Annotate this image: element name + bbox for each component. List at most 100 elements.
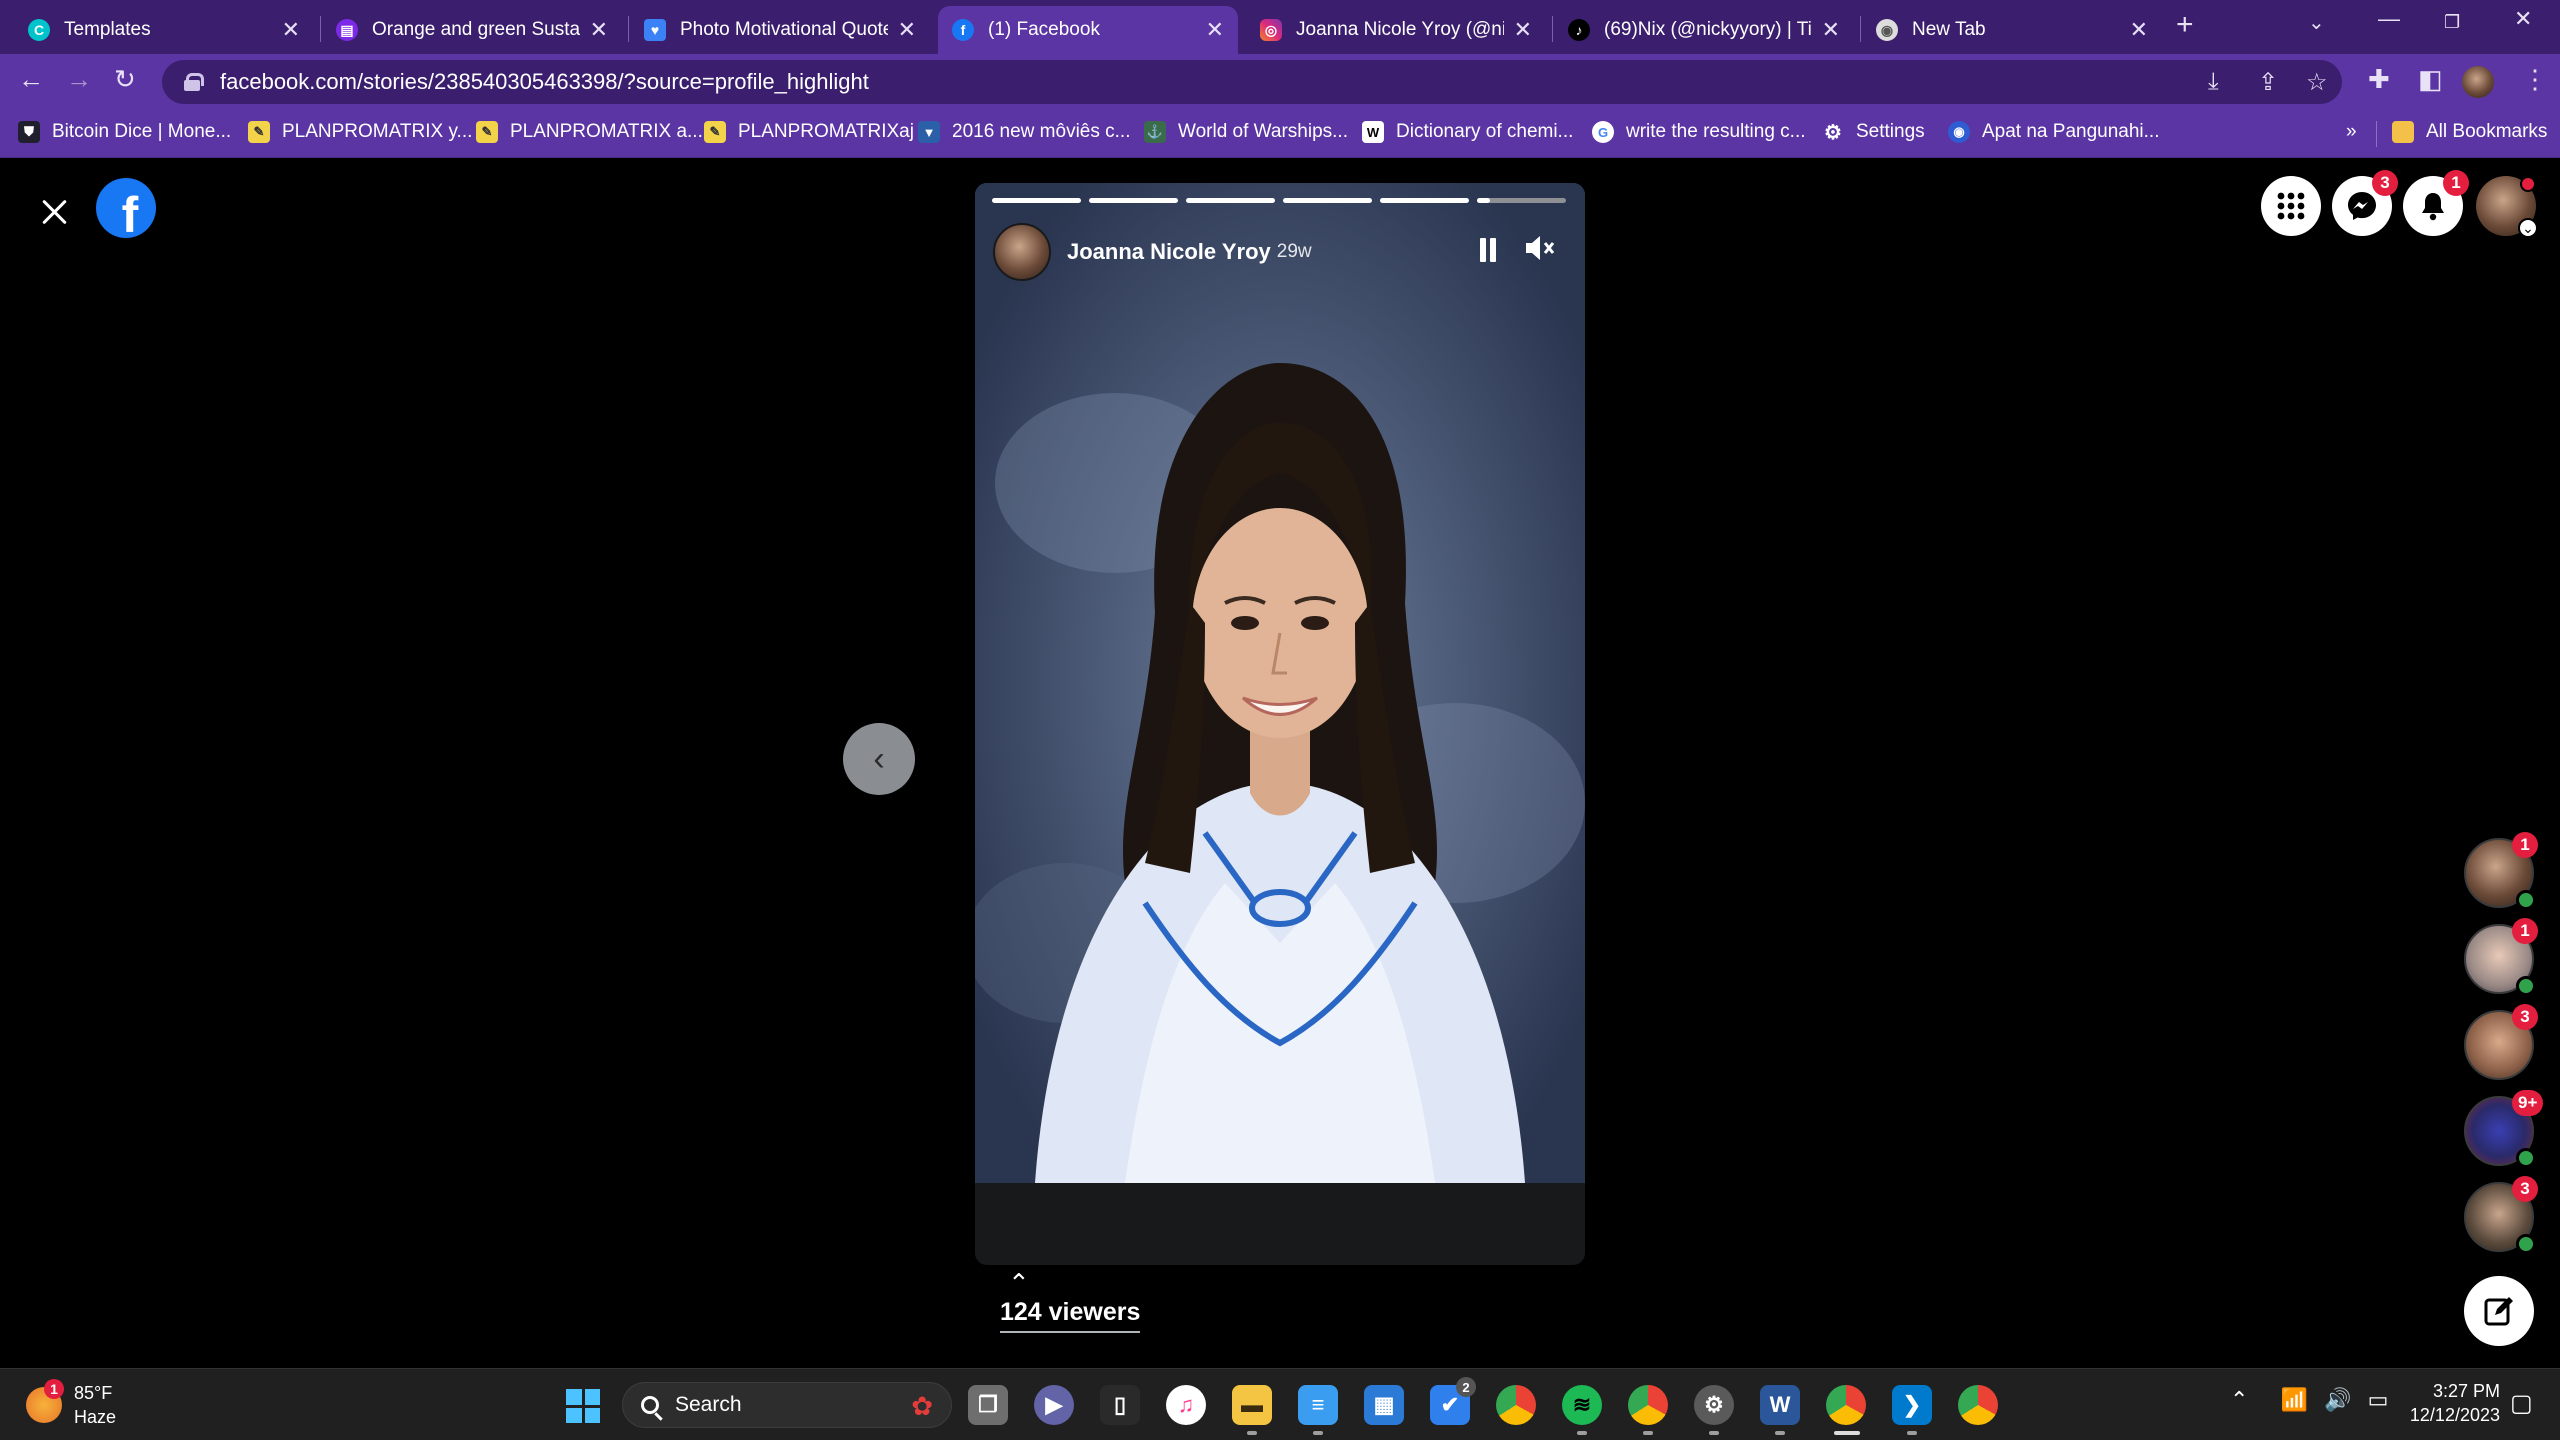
profile-avatar[interactable]	[2462, 66, 2494, 98]
author-avatar[interactable]	[993, 223, 1051, 281]
bookmark-item[interactable]: ✎ PLANPROMATRIX a...	[476, 121, 703, 143]
menu-icon[interactable]: ⋮	[2522, 64, 2548, 95]
pencil-icon: ✎	[704, 121, 726, 143]
minimize-button[interactable]: —	[2378, 6, 2400, 32]
running-indicator	[1907, 1431, 1917, 1435]
messenger-icon	[2348, 192, 2376, 220]
side-story-avatar[interactable]: 3	[2464, 1004, 2538, 1080]
extensions-icon[interactable]: ✚	[2368, 64, 2390, 95]
app-icon[interactable]: ▯	[1100, 1385, 1140, 1425]
task-view-icon[interactable]: ❐	[968, 1385, 1008, 1425]
anchor-icon: ⚓	[1144, 121, 1166, 143]
url-text[interactable]: facebook.com/stories/238540305463398/?so…	[220, 69, 869, 95]
tab-photo-quote[interactable]: ♥ Photo Motivational Quote ✕	[630, 6, 930, 54]
address-bar[interactable]: facebook.com/stories/238540305463398/?so…	[162, 60, 2342, 104]
bookmark-item[interactable]: ▼ 2016 new môviês c...	[918, 121, 1130, 143]
side-story-avatar[interactable]: 9+	[2464, 1090, 2544, 1168]
chevron-up-icon[interactable]: ⌃	[2230, 1387, 2248, 1412]
chrome-profile-icon[interactable]	[1628, 1385, 1668, 1425]
notification-center-icon[interactable]: ▢	[2510, 1389, 2533, 1418]
tab-facebook[interactable]: f (1) Facebook ✕	[938, 6, 1238, 54]
microsoft-store-icon[interactable]: ▦	[1364, 1385, 1404, 1425]
close-tab-icon[interactable]: ✕	[282, 17, 300, 43]
tab-search-icon[interactable]: ⌄	[2308, 10, 2325, 35]
story-badge: 1	[2512, 832, 2538, 858]
side-story-avatar[interactable]: 1	[2464, 832, 2538, 910]
battery-icon[interactable]: ▭	[2368, 1387, 2389, 1412]
spotify-icon[interactable]: ≋	[1562, 1385, 1602, 1425]
close-tab-icon[interactable]: ✕	[1206, 17, 1224, 43]
tab-orange-green[interactable]: ▤ Orange and green Sustair ✕	[322, 6, 622, 54]
bookmark-star-icon[interactable]: ☆	[2306, 68, 2328, 97]
menu-grid-button[interactable]	[2261, 176, 2321, 236]
chrome-icon[interactable]	[1496, 1385, 1536, 1425]
close-tab-icon[interactable]: ✕	[590, 17, 608, 43]
pause-button[interactable]	[1477, 238, 1499, 262]
viewers-count[interactable]: 124 viewers	[1000, 1298, 1141, 1333]
bookmark-item[interactable]: ◉ Apat na Pangunahi...	[1948, 121, 2159, 143]
system-tray: ⌃ 📶 🔊 ▭	[2230, 1387, 2388, 1413]
account-avatar[interactable]: ⌄	[2476, 176, 2538, 238]
bookmark-item[interactable]: W Dictionary of chemi...	[1362, 121, 1573, 143]
messenger-button[interactable]: 3	[2332, 170, 2398, 236]
tab-title: (69)Nix (@nickyyory) | Tik	[1604, 19, 1812, 40]
clock[interactable]: 3:27 PM 12/12/2023	[2400, 1379, 2500, 1427]
previous-story-button[interactable]: ‹	[843, 723, 915, 795]
start-button[interactable]	[566, 1389, 600, 1423]
restore-button[interactable]: ❐	[2444, 12, 2460, 33]
install-icon[interactable]: ⤓	[2208, 68, 2219, 96]
close-story-button[interactable]	[30, 188, 78, 236]
bookmark-item[interactable]: ✎ PLANPROMATRIX y...	[248, 121, 472, 143]
itunes-icon[interactable]: ♫	[1166, 1385, 1206, 1425]
all-bookmarks-button[interactable]: All Bookmarks	[2392, 121, 2547, 143]
running-indicator	[1313, 1431, 1323, 1435]
story-card[interactable]: Joanna Nicole Yroy 29w	[975, 183, 1585, 1265]
side-story-avatar[interactable]: 1	[2464, 918, 2538, 996]
word-icon[interactable]: W	[1760, 1385, 1800, 1425]
notifications-button[interactable]: 1	[2403, 170, 2469, 236]
chrome-icon-2[interactable]	[1958, 1385, 1998, 1425]
author-name[interactable]: Joanna Nicole Yroy	[1067, 239, 1271, 265]
facebook-logo[interactable]: f	[96, 178, 156, 238]
bookmark-item[interactable]: ⛊ Bitcoin Dice | Mone...	[18, 121, 231, 143]
close-tab-icon[interactable]: ✕	[2130, 17, 2148, 43]
progress-fill	[1477, 198, 1491, 203]
vscode-icon[interactable]: ❯	[1892, 1385, 1932, 1425]
teams-icon[interactable]: ▶	[1034, 1385, 1074, 1425]
tab-instagram[interactable]: ◎ Joanna Nicole Yroy (@nic ✕	[1246, 6, 1546, 54]
reload-button[interactable]: ↻	[114, 64, 136, 95]
bookmark-item[interactable]: ⚙ Settings	[1822, 121, 1925, 144]
forward-button[interactable]: →	[66, 64, 92, 95]
todo-icon[interactable]: ✔ 2	[1430, 1377, 1476, 1425]
bookmark-item[interactable]: G write the resulting c...	[1592, 121, 1806, 143]
close-window-button[interactable]: ✕	[2514, 6, 2532, 32]
mute-icon[interactable]	[1523, 233, 1555, 270]
side-story-avatar[interactable]: 3	[2464, 1176, 2538, 1254]
share-icon[interactable]: ⇪	[2258, 68, 2278, 97]
volume-icon[interactable]: 🔊	[2324, 1387, 2351, 1412]
close-tab-icon[interactable]: ✕	[898, 17, 916, 43]
chrome-active-icon[interactable]	[1826, 1385, 1866, 1425]
bookmark-item[interactable]: ✎ PLANPROMATRIXaj	[704, 121, 914, 143]
bookmarks-overflow-button[interactable]: »	[2346, 121, 2357, 143]
bookmark-item[interactable]: ⚓ World of Warships...	[1144, 121, 1348, 143]
tab-new-tab[interactable]: ◉ New Tab ✕	[1862, 6, 2162, 54]
close-tab-icon[interactable]: ✕	[1822, 17, 1840, 43]
close-tab-icon[interactable]: ✕	[1514, 17, 1532, 43]
back-button[interactable]: ←	[18, 64, 44, 95]
notepad-icon[interactable]: ≡	[1298, 1385, 1338, 1425]
pencil-icon: ✎	[248, 121, 270, 143]
new-tab-button[interactable]: +	[2176, 8, 2194, 42]
tab-tiktok[interactable]: ♪ (69)Nix (@nickyyory) | Tik ✕	[1554, 6, 1854, 54]
weather-widget[interactable]: 1 85°F Haze	[26, 1379, 116, 1429]
side-panel-icon[interactable]: ◧	[2418, 64, 2443, 95]
tab-templates[interactable]: C Templates ✕	[14, 6, 314, 54]
file-explorer-icon[interactable]: ▬	[1232, 1385, 1272, 1425]
settings-icon[interactable]: ⚙	[1694, 1385, 1734, 1425]
running-indicator	[1643, 1431, 1653, 1435]
lock-icon[interactable]	[184, 73, 204, 91]
create-story-button[interactable]	[2464, 1276, 2534, 1346]
tab-title: (1) Facebook	[988, 19, 1100, 40]
wifi-icon[interactable]: 📶	[2281, 1387, 2308, 1412]
taskbar-search[interactable]: Search ✿	[622, 1382, 952, 1428]
